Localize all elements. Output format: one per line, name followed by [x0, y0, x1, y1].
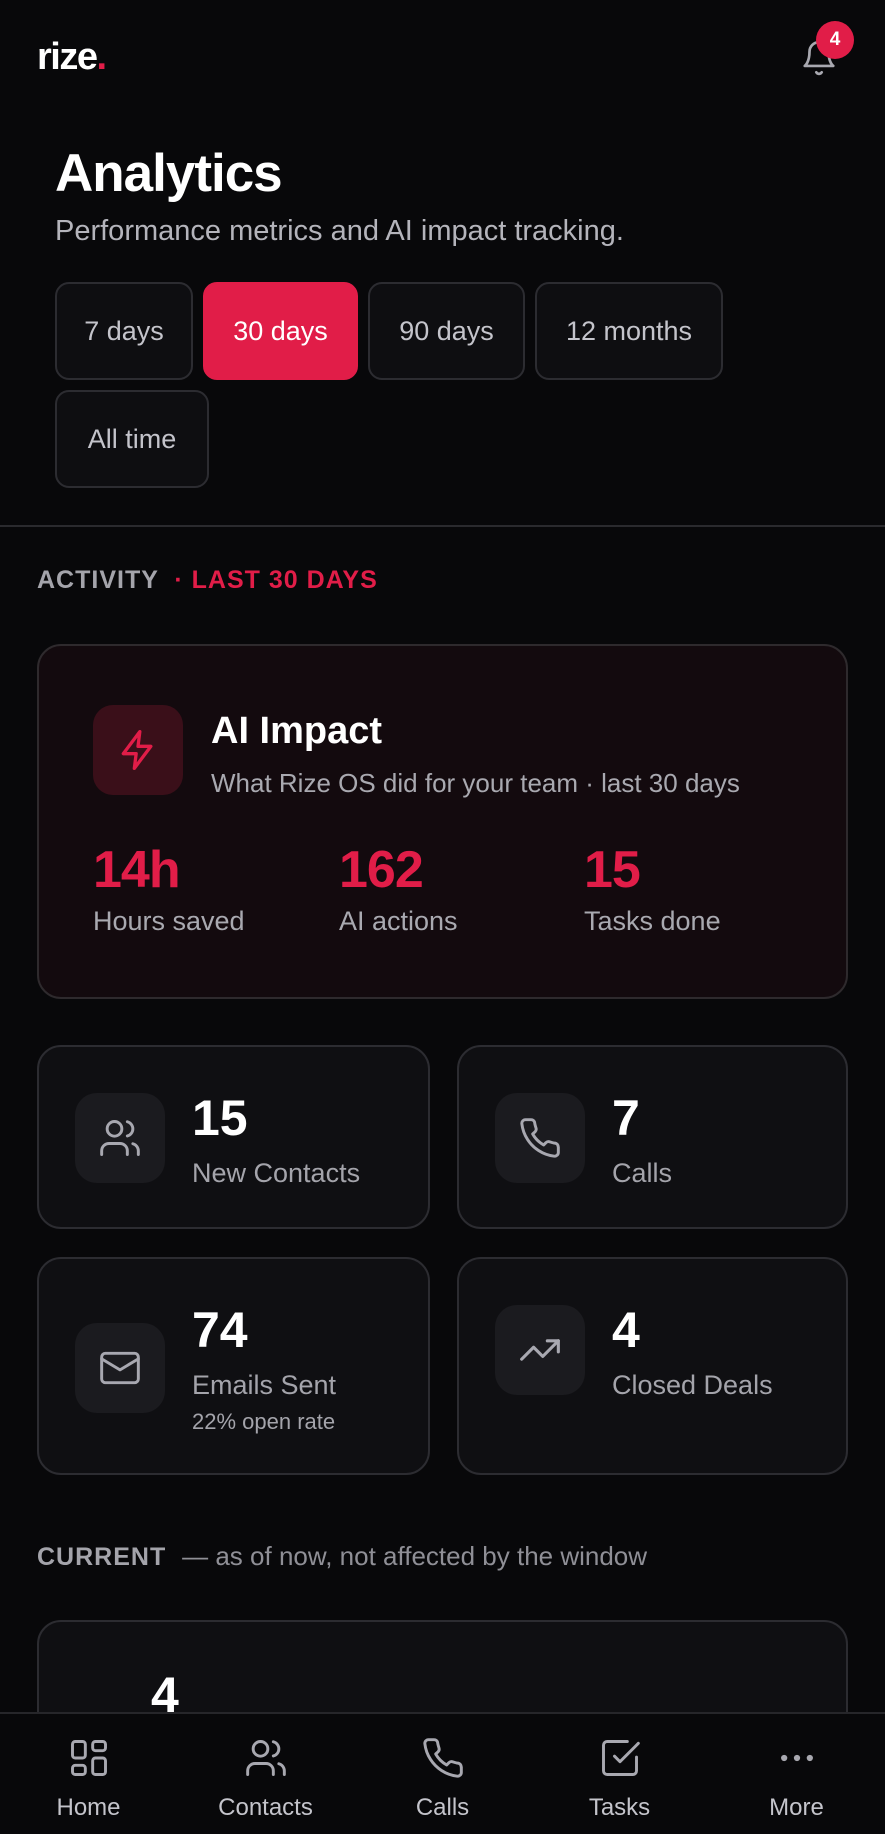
- metric-label: Emails Sent: [192, 1370, 337, 1400]
- ai-impact-subtitle: What Rize OS did for your team · last 30…: [211, 768, 740, 798]
- section-current-note: — as of now, not affected by the window: [182, 1541, 648, 1571]
- stat-hours-saved: 14h Hours saved: [93, 840, 245, 937]
- nav-label: Calls: [415, 1794, 470, 1821]
- metric-card-new-contacts[interactable]: 15 New Contacts: [37, 1045, 430, 1229]
- divider: [0, 525, 885, 527]
- ai-impact-card[interactable]: AI Impact What Rize OS did for your team…: [37, 644, 848, 999]
- metric-value: 74: [192, 1302, 248, 1358]
- nav-more[interactable]: More: [708, 1714, 885, 1834]
- app-logo[interactable]: rize.: [37, 36, 107, 79]
- section-current: CURRENT — as of now, not affected by the…: [37, 1541, 647, 1572]
- notification-badge: 4: [816, 21, 854, 59]
- top-bar: rize. 4: [0, 0, 885, 120]
- stat-tasks-done: 15 Tasks done: [584, 840, 721, 937]
- logo-dot: .: [96, 36, 107, 78]
- lightning-icon: [93, 705, 183, 795]
- trending-up-icon: [495, 1305, 585, 1395]
- more-icon: [780, 1754, 813, 1762]
- nav-label: More: [769, 1794, 824, 1821]
- users-icon: [75, 1093, 165, 1183]
- nav-calls[interactable]: Calls: [354, 1714, 531, 1834]
- nav-home[interactable]: Home: [0, 1714, 177, 1834]
- filter-7-days[interactable]: 7 days: [55, 282, 193, 380]
- filter-all-time[interactable]: All time: [55, 390, 209, 488]
- metric-note: 22% open rate: [192, 1409, 336, 1434]
- filter-12-months[interactable]: 12 months: [535, 282, 723, 380]
- stat-label: Hours saved: [93, 906, 245, 936]
- stat-label: AI actions: [339, 906, 458, 936]
- stat-ai-actions: 162 AI actions: [339, 840, 458, 937]
- stat-label: Tasks done: [584, 906, 721, 936]
- filter-90-days[interactable]: 90 days: [368, 282, 525, 380]
- nav-label: Contacts: [218, 1794, 313, 1821]
- nav-label: Tasks: [588, 1794, 651, 1821]
- stat-value: 162: [339, 841, 424, 899]
- nav-tasks[interactable]: Tasks: [531, 1714, 708, 1834]
- section-activity-label: ACTIVITY: [37, 566, 159, 594]
- metric-label: Closed Deals: [612, 1370, 773, 1400]
- metric-label: Calls: [612, 1158, 673, 1188]
- home-grid-icon: [70, 1740, 107, 1776]
- phone-icon: [422, 1738, 463, 1778]
- phone-icon: [495, 1093, 585, 1183]
- page-title: Analytics: [55, 144, 283, 203]
- section-current-label: CURRENT: [37, 1543, 167, 1571]
- analytics-page: rize. 4 Analytics Performance metrics an…: [0, 0, 885, 1834]
- mail-icon: [75, 1323, 165, 1413]
- metric-label: New Contacts: [192, 1158, 361, 1188]
- tasks-icon: [601, 1740, 640, 1776]
- nav-label: Home: [56, 1794, 121, 1821]
- ai-impact-title: AI Impact: [211, 710, 383, 752]
- bottom-nav: Home Contacts Calls Tasks More: [0, 1712, 885, 1834]
- filter-30-days[interactable]: 30 days: [203, 282, 358, 380]
- metric-value: 4: [612, 1302, 640, 1358]
- metric-card-closed-deals[interactable]: 4 Closed Deals: [457, 1257, 848, 1475]
- stat-value: 15: [584, 841, 641, 899]
- contacts-icon: [245, 1740, 286, 1776]
- nav-contacts[interactable]: Contacts: [177, 1714, 354, 1834]
- section-activity: ACTIVITY · LAST 30 DAYS: [37, 566, 378, 595]
- metric-card-calls[interactable]: 7 Calls: [457, 1045, 848, 1229]
- section-activity-range: · LAST 30 DAYS: [174, 566, 378, 594]
- metric-value: 15: [192, 1090, 248, 1146]
- stat-value: 14h: [93, 841, 181, 899]
- metric-card-emails-sent[interactable]: 74 Emails Sent 22% open rate: [37, 1257, 430, 1475]
- page-subtitle: Performance metrics and AI impact tracki…: [55, 215, 624, 247]
- metric-value: 7: [612, 1090, 640, 1146]
